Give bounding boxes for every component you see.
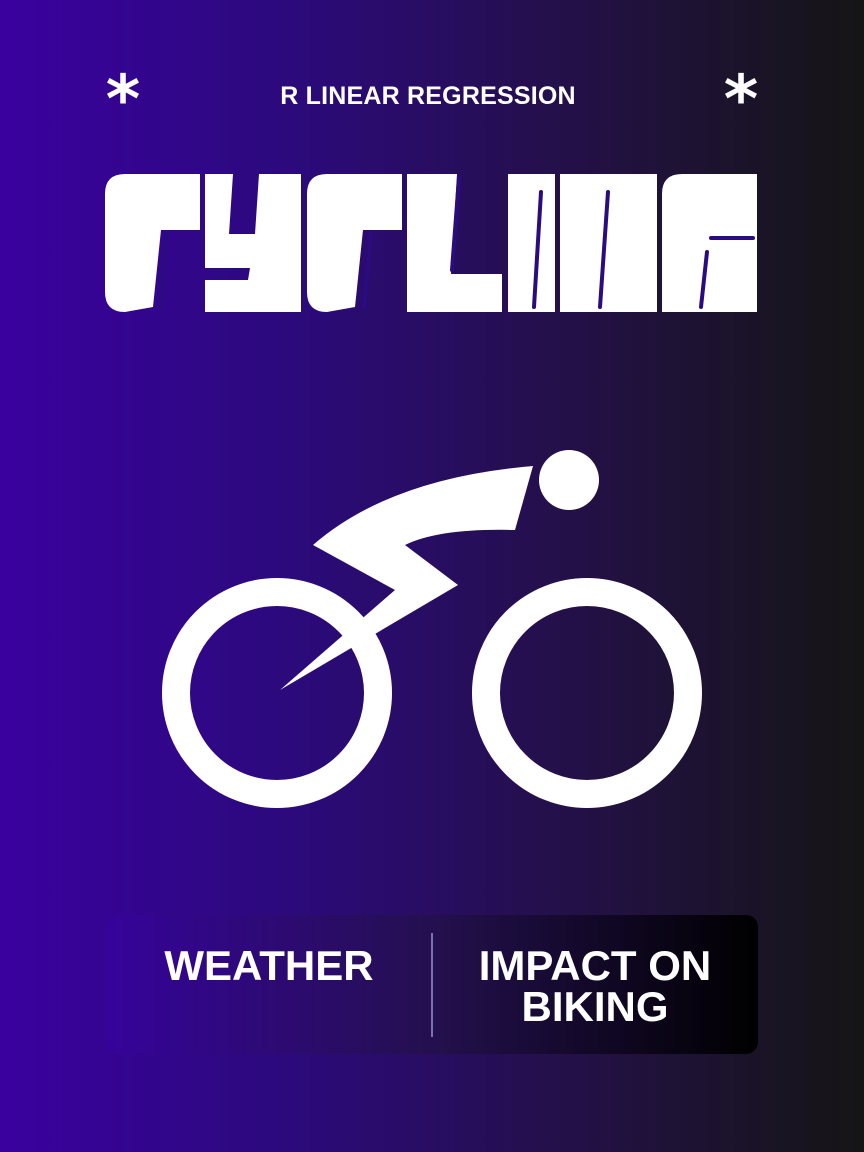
cyclist-icon	[162, 450, 702, 808]
footer-right-section: IMPACT ON BIKING	[432, 915, 758, 1054]
footer-left-section: WEATHER	[106, 915, 432, 1054]
footer-banner: WEATHER IMPACT ON BIKING	[106, 915, 758, 1054]
footer-impact-line1: IMPACT ON	[478, 942, 712, 989]
footer-weather-label: WEATHER	[164, 942, 374, 989]
footer-impact-label: IMPACT ON BIKING	[478, 942, 712, 1030]
title-wordmark	[105, 174, 757, 312]
footer-impact-line2: BIKING	[521, 983, 669, 1030]
asterisk-right-icon: *	[723, 61, 759, 138]
